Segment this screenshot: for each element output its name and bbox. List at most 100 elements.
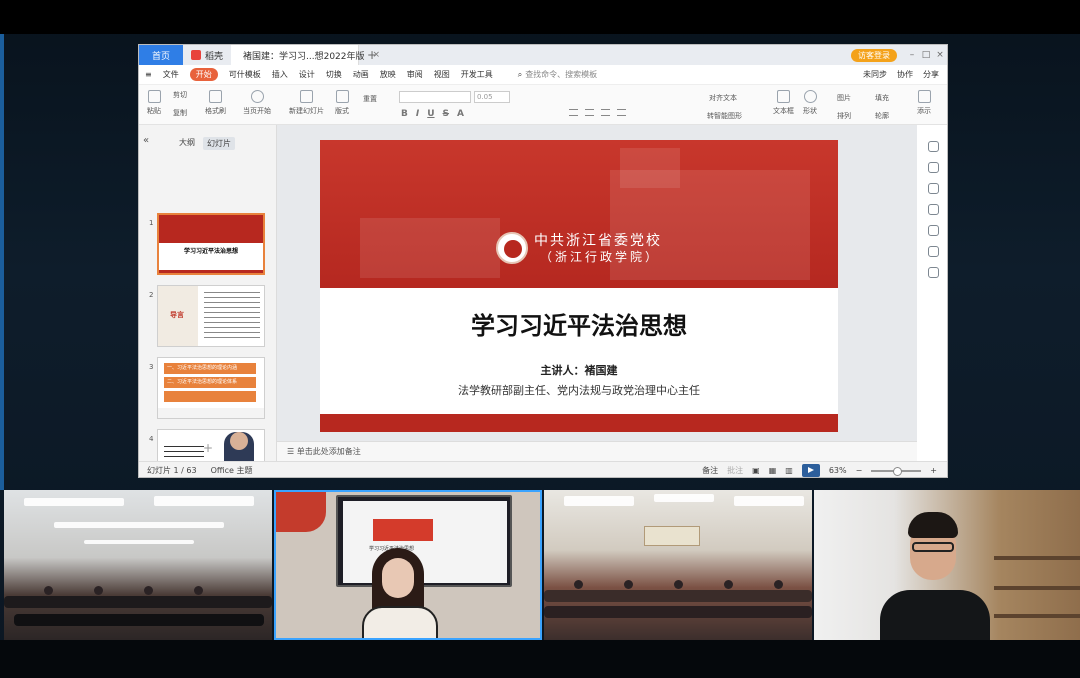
layout-button[interactable]: 版式 [335,90,349,116]
slide-canvas[interactable]: 中共浙江省委党校 （浙江行政学院） 学习习近平法治思想 主讲人：褚国建 法学教研… [277,125,917,441]
collab-button[interactable]: 协作 [897,69,913,80]
style-icon[interactable] [927,141,939,152]
video-tile-presenter[interactable]: 学习习近平法治思想 [274,490,542,640]
new-tab-button[interactable]: + [359,45,385,65]
thumb-title: 学习习近平法治思想 [183,248,238,255]
zoom-level[interactable]: 63% [829,466,847,475]
thumb-text-lines [164,446,204,460]
outline-button[interactable]: 轮廓 [875,111,889,121]
tab-slides[interactable]: 幻灯片 [203,137,235,150]
collapse-pane-icon[interactable]: « [143,135,149,146]
font-size-field[interactable]: 0.05 [474,91,510,103]
presenter-body [362,606,438,638]
play-from-current-button[interactable]: 当页开始 [243,90,271,116]
menu-insert[interactable]: 插入 [272,69,288,80]
video-tile-room-1[interactable] [4,490,272,640]
window-close-icon[interactable]: × [933,50,947,60]
minimize-icon[interactable]: – [905,50,919,60]
login-button[interactable]: 访客登录 [851,48,897,62]
sync-status[interactable]: 未同步 [863,69,887,80]
strike-icon[interactable]: S [443,109,449,119]
pin-icon[interactable] [927,183,939,194]
play-icon [250,90,264,103]
align-right-icon[interactable] [601,109,610,116]
menu-file[interactable]: 文件 [163,69,179,80]
arrange-button[interactable]: 排列 [837,111,851,121]
fill-label: 填充 [875,94,889,102]
menu-view[interactable]: 视图 [434,69,450,80]
slide-speaker-role: 法学教研部副主任、党内法规与政党治理中心主任 [458,384,700,397]
thumb-number: 3 [149,363,154,371]
paste-button[interactable]: 粘贴 [147,90,161,116]
search-icon[interactable]: ⌕ [518,70,522,80]
align-text-button[interactable]: 对齐文本 [709,93,737,103]
normal-view-icon[interactable]: ▣ [752,466,760,475]
italic-icon[interactable]: I [416,109,419,119]
zoom-in-icon[interactable]: + [930,466,937,475]
tab-home[interactable]: 首页 [139,45,183,65]
justify-icon[interactable] [617,109,626,116]
slide-thumbnail-pane: « 大纲 幻灯片 1 学习习近平法治思想 2 导言 3 一、习近平法治思想的理论… [139,125,277,463]
notes-pane[interactable]: ☰ 单击此处添加备注 [277,441,917,461]
copy-button[interactable]: 复制 [173,108,187,118]
zoom-out-icon[interactable]: − [856,466,863,475]
presenter-person [362,548,438,638]
notes-icon: ☰ [287,447,297,456]
sorter-view-icon[interactable]: ▦ [769,466,777,475]
tab-document[interactable]: 褚国建：学习习...想2022年版 × [231,45,380,65]
textbox-button[interactable]: 文本框 [773,90,794,116]
shape-button[interactable]: 形状 [803,90,817,116]
underline-icon[interactable]: U [427,109,434,119]
help-icon[interactable] [927,225,939,236]
current-slide[interactable]: 中共浙江省委党校 （浙江行政学院） 学习习近平法治思想 主讲人：褚国建 法学教研… [320,140,838,432]
slideshow-play-button[interactable] [801,464,820,477]
font-name-field[interactable] [399,91,471,103]
slide-thumb-3[interactable]: 一、习近平法治思想的理论内涵 二、习近平法治思想的理论体系 [157,357,265,419]
reading-view-icon[interactable]: ▥ [785,466,793,475]
menu-transition[interactable]: 切换 [326,69,342,80]
align-left-icon[interactable] [569,109,578,116]
hamburger-icon[interactable]: ≡ [145,70,152,79]
menu-review[interactable]: 审阅 [407,69,423,80]
slide-thumb-1[interactable]: 学习习近平法治思想 [157,213,265,275]
menu-home[interactable]: 开始 [189,68,218,81]
tab-docer[interactable]: 稻壳 [183,45,231,65]
backup-icon[interactable] [927,204,939,215]
menu-animation[interactable]: 动画 [353,69,369,80]
zoom-slider[interactable] [871,466,922,476]
command-search[interactable]: 查找命令、搜索模板 [525,69,597,80]
comments-toggle[interactable]: 批注 [727,465,743,476]
thumb-footer [159,270,263,273]
desk-row [544,590,812,602]
format-painter-button[interactable]: 格式刷 [205,90,226,116]
bold-icon[interactable]: B [401,109,408,119]
align-center-icon[interactable] [585,109,594,116]
addin-label: 添示 [917,107,931,115]
location-icon[interactable] [927,267,939,278]
video-tile-speaker[interactable] [814,490,1080,640]
ribbon-toolbar: 粘贴 剪切 复制 格式刷 当页开始 新建幻灯片 版式 重置 0.05 B I U… [139,85,947,125]
menu-template[interactable]: 可什模板 [229,69,261,80]
menu-developer[interactable]: 开发工具 [461,69,493,80]
fill-button[interactable]: 填充 [875,93,889,103]
speaker-person [880,512,990,640]
properties-icon[interactable] [927,162,939,173]
menu-design[interactable]: 设计 [299,69,315,80]
notes-toggle[interactable]: 备注 [702,465,718,476]
menu-slideshow[interactable]: 放映 [380,69,396,80]
new-slide-icon [300,90,313,103]
addin-button[interactable]: 添示 [917,90,931,116]
font-color-icon[interactable]: A [457,109,464,119]
reset-button[interactable]: 重置 [363,94,377,104]
video-tile-room-2[interactable] [544,490,812,640]
image-button[interactable]: 图片 [837,93,851,103]
share-button[interactable]: 分享 [923,69,939,80]
cut-button[interactable]: 剪切 [173,90,187,100]
tab-outline[interactable]: 大纲 [179,137,195,150]
smartart-button[interactable]: 转智能图形 [707,111,742,121]
maximize-icon[interactable]: □ [919,50,933,60]
add-slide-icon[interactable]: + [203,441,213,455]
new-slide-button[interactable]: 新建幻灯片 [289,90,324,116]
slide-thumb-2[interactable]: 导言 [157,285,265,347]
image-tool-icon[interactable] [927,246,939,257]
